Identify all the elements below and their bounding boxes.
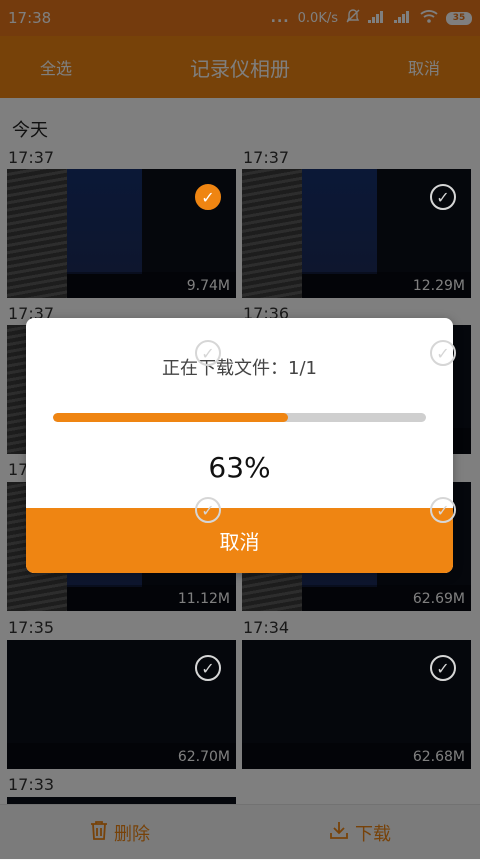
check-icon[interactable]: ✓ bbox=[195, 340, 221, 366]
progress-bar bbox=[53, 413, 426, 422]
check-icon[interactable]: ✓ bbox=[195, 184, 221, 210]
download-dialog: 正在下载文件：1/1 63% 取消 bbox=[26, 318, 453, 573]
progress-percent: 63% bbox=[208, 451, 271, 484]
download-status-text: 正在下载文件：1/1 bbox=[162, 358, 317, 379]
check-icon[interactable]: ✓ bbox=[430, 655, 456, 681]
progress-fill bbox=[53, 413, 288, 422]
check-icon[interactable]: ✓ bbox=[430, 340, 456, 366]
check-icon[interactable]: ✓ bbox=[430, 184, 456, 210]
dialog-cancel-button[interactable]: 取消 bbox=[26, 508, 453, 573]
check-icon[interactable]: ✓ bbox=[195, 655, 221, 681]
check-icon[interactable]: ✓ bbox=[430, 497, 456, 523]
check-icon[interactable]: ✓ bbox=[195, 497, 221, 523]
